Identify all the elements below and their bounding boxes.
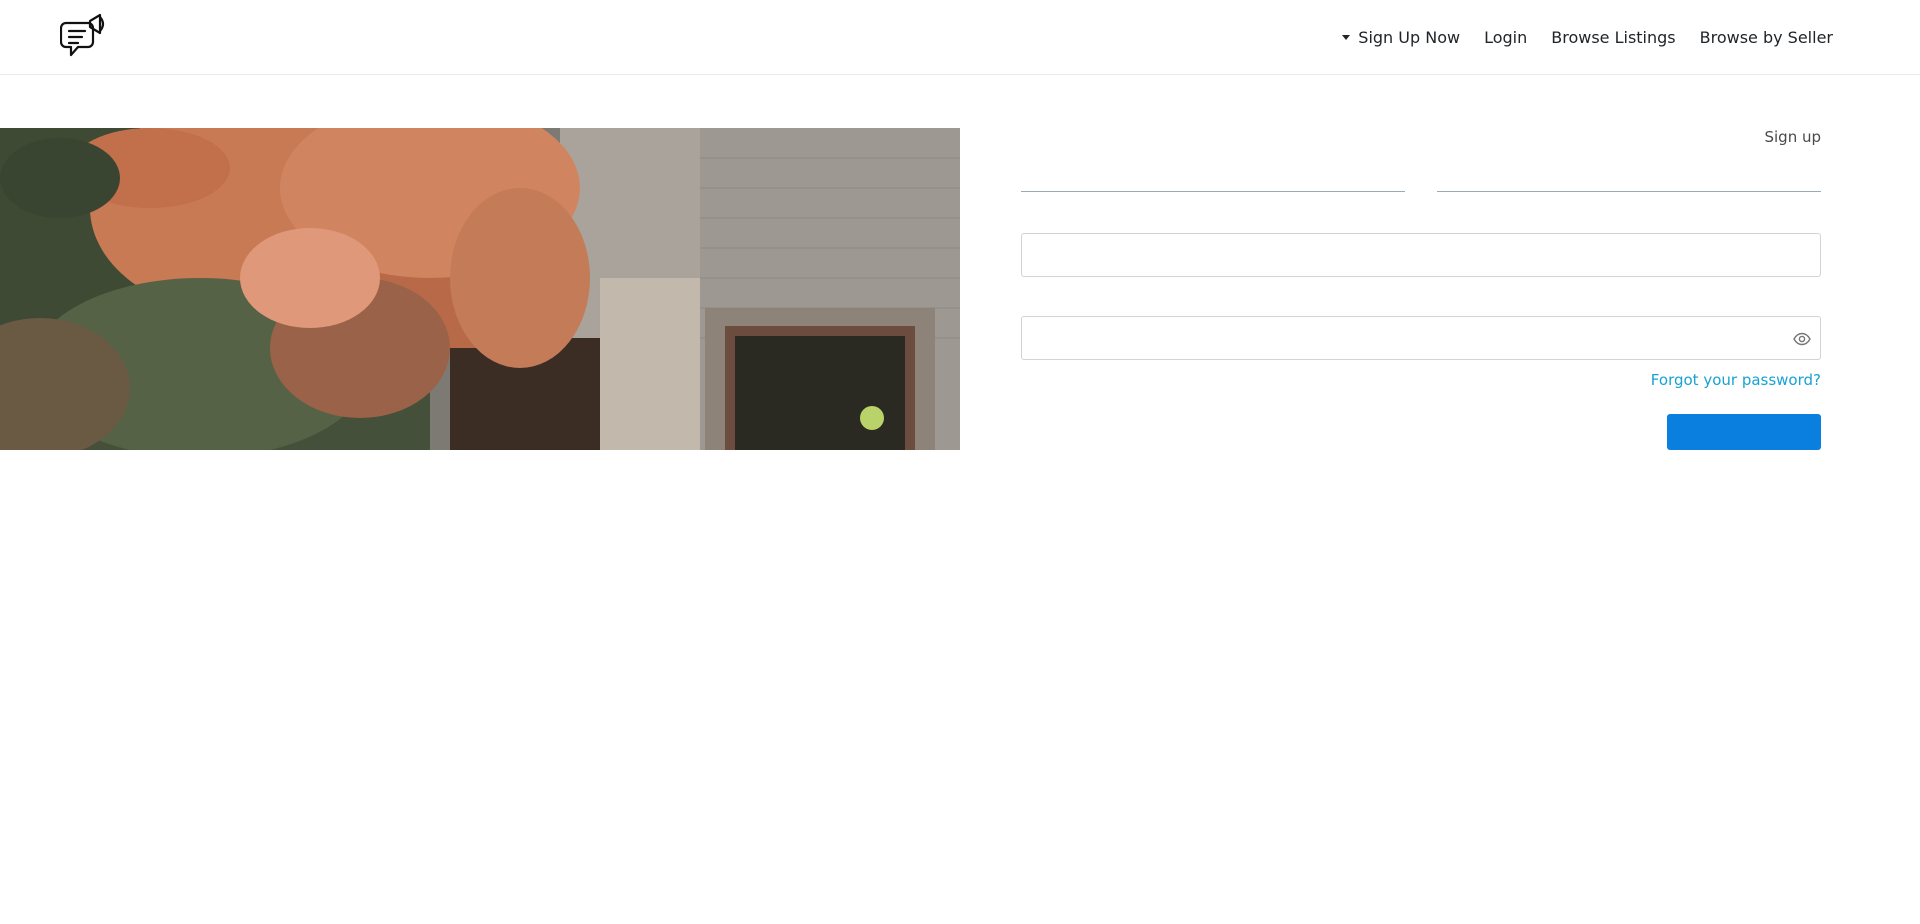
signup-link[interactable]: Sign up: [1764, 128, 1821, 146]
hero-image: [0, 128, 960, 450]
submit-button[interactable]: [1667, 414, 1821, 450]
nav-signup-label: Sign Up Now: [1358, 28, 1461, 47]
last-name-field[interactable]: [1437, 158, 1821, 192]
site-header: Sign Up Now Login Browse Listings Browse…: [0, 0, 1920, 75]
forgot-password-link[interactable]: Forgot your password?: [1651, 371, 1821, 389]
logo-icon[interactable]: [59, 11, 110, 63]
nav-signup-dropdown[interactable]: Sign Up Now: [1342, 28, 1460, 47]
nav-login[interactable]: Login: [1484, 28, 1527, 47]
email-field[interactable]: [1021, 233, 1821, 277]
password-field[interactable]: [1021, 316, 1821, 360]
nav-browse-by-seller[interactable]: Browse by Seller: [1700, 28, 1833, 47]
caret-down-icon: [1342, 35, 1351, 40]
nav-browse-listings[interactable]: Browse Listings: [1551, 28, 1675, 47]
first-name-field[interactable]: [1021, 158, 1405, 192]
eye-icon[interactable]: [1793, 331, 1811, 346]
name-row: [1021, 158, 1821, 192]
main-nav: Sign Up Now Login Browse Listings Browse…: [1342, 0, 1833, 75]
